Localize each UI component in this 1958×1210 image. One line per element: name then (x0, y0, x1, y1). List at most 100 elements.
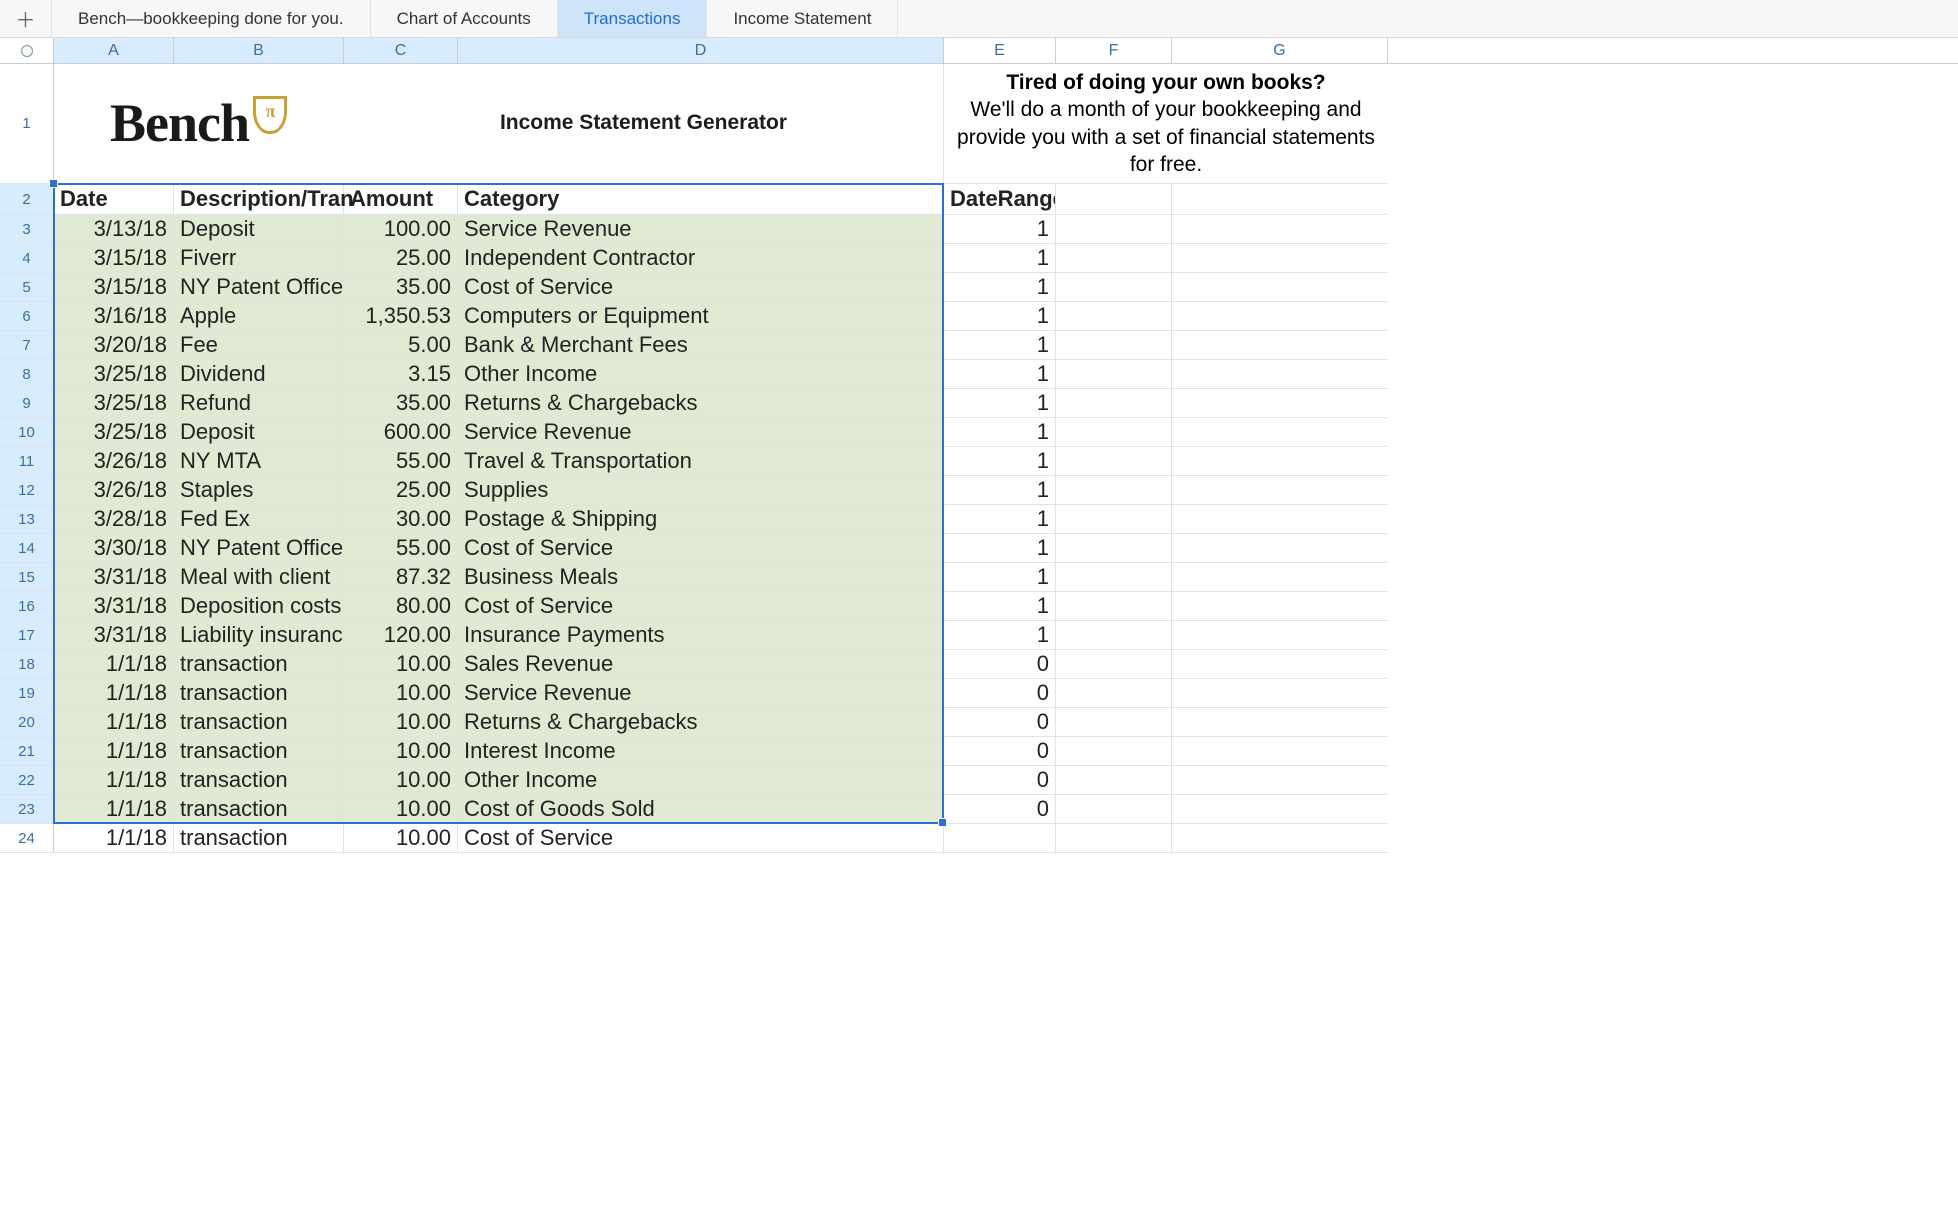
cell-F15[interactable] (1056, 563, 1172, 592)
page-title[interactable]: Income Statement Generator (344, 64, 944, 184)
select-all-corner[interactable] (0, 38, 54, 63)
cell-F6[interactable] (1056, 302, 1172, 331)
cell-F22[interactable] (1056, 766, 1172, 795)
cell-G2[interactable] (1172, 184, 1388, 215)
row-header-2[interactable]: 2 (0, 184, 54, 215)
cell-G9[interactable] (1172, 389, 1388, 418)
cell-F9[interactable] (1056, 389, 1172, 418)
cell-F17[interactable] (1056, 621, 1172, 650)
cell-daterange[interactable]: 0 (944, 737, 1056, 766)
row-header-6[interactable]: 6 (0, 302, 54, 331)
cell-description[interactable]: NY Patent Office (174, 273, 344, 302)
promo-text[interactable]: Tired of doing your own books? We'll do … (944, 64, 1388, 184)
cell-F4[interactable] (1056, 244, 1172, 273)
cell-date[interactable]: 3/25/18 (54, 389, 174, 418)
row-header-9[interactable]: 9 (0, 389, 54, 418)
cell-description[interactable]: Fee (174, 331, 344, 360)
cell-category[interactable]: Other Income (458, 766, 944, 795)
sheet-tab-0[interactable]: Bench—bookkeeping done for you. (52, 0, 371, 37)
cell-G22[interactable] (1172, 766, 1388, 795)
cell-G4[interactable] (1172, 244, 1388, 273)
cell-category[interactable]: Service Revenue (458, 418, 944, 447)
cell-daterange[interactable]: 1 (944, 273, 1056, 302)
row-header-22[interactable]: 22 (0, 766, 54, 795)
cell-daterange[interactable]: 1 (944, 244, 1056, 273)
cell-date[interactable]: 1/1/18 (54, 708, 174, 737)
cell-amount[interactable]: 10.00 (344, 766, 458, 795)
cell-amount[interactable]: 87.32 (344, 563, 458, 592)
cell-amount[interactable]: 10.00 (344, 708, 458, 737)
column-header-G[interactable]: G (1172, 38, 1388, 63)
cell-amount[interactable]: 25.00 (344, 244, 458, 273)
cell-G21[interactable] (1172, 737, 1388, 766)
cell-date[interactable]: 1/1/18 (54, 737, 174, 766)
row-header-18[interactable]: 18 (0, 650, 54, 679)
cell-category[interactable]: Sales Revenue (458, 650, 944, 679)
cell-date[interactable]: 3/26/18 (54, 447, 174, 476)
cell-G13[interactable] (1172, 505, 1388, 534)
cell-amount[interactable]: 10.00 (344, 650, 458, 679)
cell-description[interactable]: Refund (174, 389, 344, 418)
cell-daterange[interactable]: 1 (944, 215, 1056, 244)
cell-description[interactable]: transaction (174, 679, 344, 708)
header-daterange[interactable]: DateRange (944, 184, 1056, 215)
cell-daterange[interactable] (944, 824, 1056, 853)
cell-daterange[interactable]: 1 (944, 505, 1056, 534)
cell-daterange[interactable]: 1 (944, 331, 1056, 360)
cell-description[interactable]: Apple (174, 302, 344, 331)
cell-G8[interactable] (1172, 360, 1388, 389)
column-header-C[interactable]: C (344, 38, 458, 63)
cell-description[interactable]: Staples (174, 476, 344, 505)
cell-F12[interactable] (1056, 476, 1172, 505)
row-header-7[interactable]: 7 (0, 331, 54, 360)
cell-amount[interactable]: 55.00 (344, 447, 458, 476)
row-header-21[interactable]: 21 (0, 737, 54, 766)
row-header-23[interactable]: 23 (0, 795, 54, 824)
cell-daterange[interactable]: 1 (944, 360, 1056, 389)
cell-category[interactable]: Supplies (458, 476, 944, 505)
cell-date[interactable]: 1/1/18 (54, 795, 174, 824)
cell-F7[interactable] (1056, 331, 1172, 360)
cell-G3[interactable] (1172, 215, 1388, 244)
cell-daterange[interactable]: 1 (944, 447, 1056, 476)
cell-G6[interactable] (1172, 302, 1388, 331)
cell-date[interactable]: 3/20/18 (54, 331, 174, 360)
cell-daterange[interactable]: 1 (944, 621, 1056, 650)
row-header-19[interactable]: 19 (0, 679, 54, 708)
row-header-13[interactable]: 13 (0, 505, 54, 534)
header-date[interactable]: Date (54, 184, 174, 215)
cell-daterange[interactable]: 0 (944, 679, 1056, 708)
cell-amount[interactable]: 10.00 (344, 824, 458, 853)
cell-category[interactable]: Computers or Equipment (458, 302, 944, 331)
cell-G20[interactable] (1172, 708, 1388, 737)
row-header-8[interactable]: 8 (0, 360, 54, 389)
cell-daterange[interactable]: 0 (944, 708, 1056, 737)
cell-G7[interactable] (1172, 331, 1388, 360)
cell-category[interactable]: Cost of Service (458, 592, 944, 621)
cell-F21[interactable] (1056, 737, 1172, 766)
header-description[interactable]: Description/Tran (174, 184, 344, 215)
cell-date[interactable]: 3/25/18 (54, 360, 174, 389)
column-header-D[interactable]: D (458, 38, 944, 63)
cell-date[interactable]: 3/31/18 (54, 563, 174, 592)
cell-amount[interactable]: 10.00 (344, 737, 458, 766)
cell-category[interactable]: Postage & Shipping (458, 505, 944, 534)
cell-F14[interactable] (1056, 534, 1172, 563)
cell-date[interactable]: 3/16/18 (54, 302, 174, 331)
sheet-tab-3[interactable]: Income Statement (707, 0, 898, 37)
row-header-15[interactable]: 15 (0, 563, 54, 592)
cell-daterange[interactable]: 0 (944, 650, 1056, 679)
cell-G12[interactable] (1172, 476, 1388, 505)
column-header-A[interactable]: A (54, 38, 174, 63)
cell-amount[interactable]: 80.00 (344, 592, 458, 621)
cell-G14[interactable] (1172, 534, 1388, 563)
cell-date[interactable]: 3/30/18 (54, 534, 174, 563)
cell-date[interactable]: 3/15/18 (54, 273, 174, 302)
cell-category[interactable]: Service Revenue (458, 679, 944, 708)
cell-category[interactable]: Business Meals (458, 563, 944, 592)
cell-date[interactable]: 1/1/18 (54, 766, 174, 795)
cell-G24[interactable] (1172, 824, 1388, 853)
cell-amount[interactable]: 35.00 (344, 389, 458, 418)
cell-description[interactable]: transaction (174, 795, 344, 824)
cell-amount[interactable]: 25.00 (344, 476, 458, 505)
